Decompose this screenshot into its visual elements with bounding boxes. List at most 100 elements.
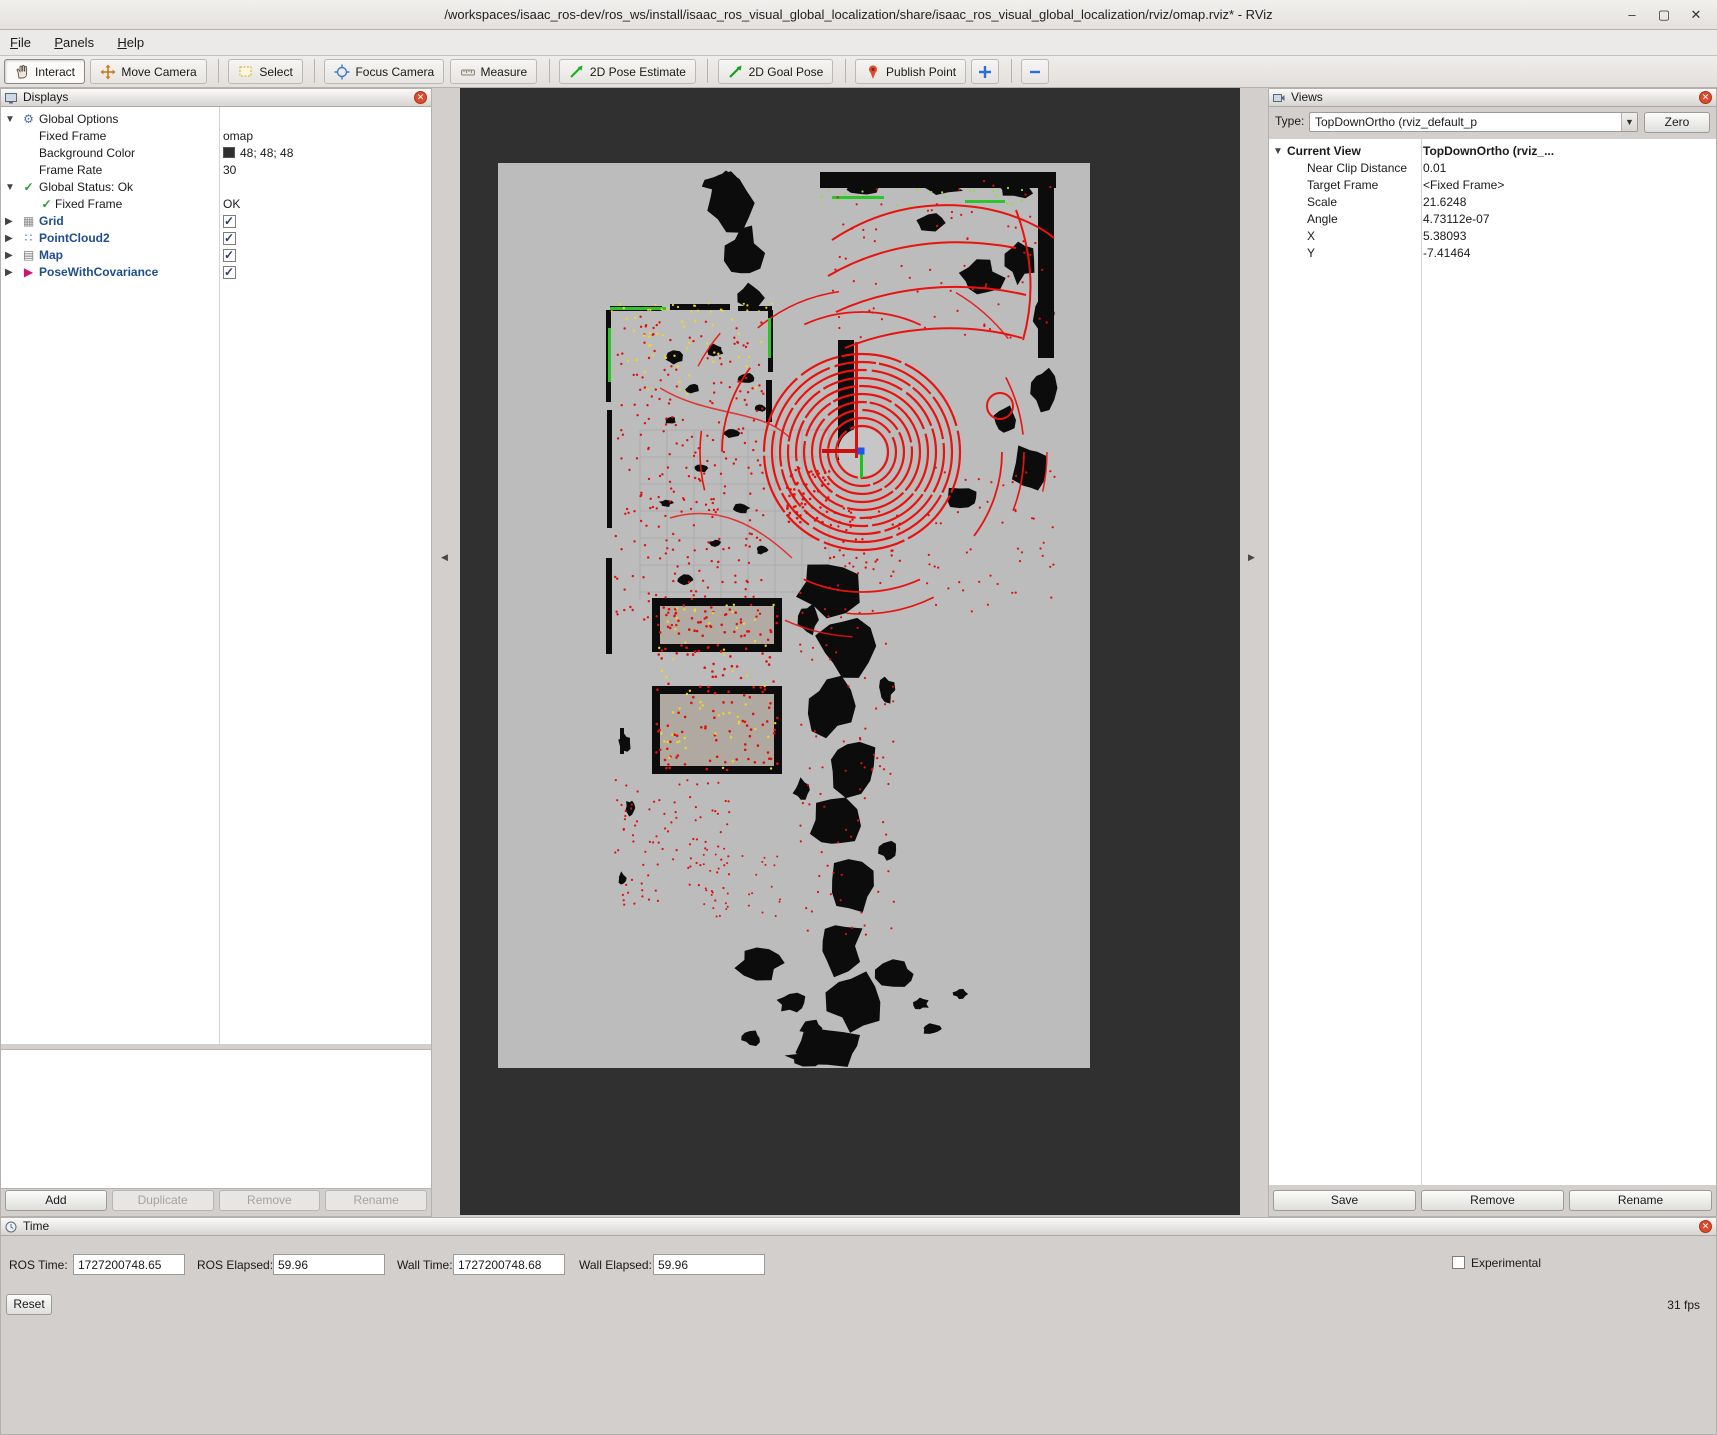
tree-row-global-status[interactable]: ▼ ✓ Global Status: Ok: [1, 179, 431, 196]
goal-pose-arrow-icon: [728, 64, 744, 80]
tree-row-y[interactable]: Y -7.41464: [1269, 245, 1716, 262]
reset-button[interactable]: Reset: [6, 1294, 52, 1315]
tree-row-global-options[interactable]: ▼ ⚙ Global Options: [1, 111, 431, 128]
splitter-collapse-left[interactable]: ◀: [441, 552, 448, 563]
property-value[interactable]: omap: [223, 128, 253, 145]
view-type-dropdown[interactable]: TopDownOrtho (rviz_default_p ▼: [1309, 112, 1638, 132]
pose-estimate-tool-button[interactable]: 2D Pose Estimate: [559, 59, 696, 84]
tree-row-x[interactable]: X 5.38093: [1269, 228, 1716, 245]
focus-camera-tool-button[interactable]: Focus Camera: [324, 59, 444, 84]
property-value[interactable]: -7.41464: [1423, 245, 1470, 262]
tree-row-grid[interactable]: ▶ ▦ Grid ✓: [1, 213, 431, 230]
expander-down-icon[interactable]: ▼: [1273, 143, 1285, 160]
tree-row-posewithcovariance[interactable]: ▶ ▶ PoseWithCovariance ✓: [1, 264, 431, 281]
property-value[interactable]: 48; 48; 48: [223, 145, 293, 162]
tree-row-map[interactable]: ▶ ▤ Map ✓: [1, 247, 431, 264]
view-root-label: Current View: [1287, 143, 1361, 160]
select-tool-button[interactable]: Select: [228, 59, 302, 84]
viewport-3d[interactable]: [460, 88, 1240, 1215]
experimental-checkbox[interactable]: [1452, 1256, 1465, 1269]
tree-row-frame-rate[interactable]: Frame Rate 30: [1, 162, 431, 179]
property-value[interactable]: 0.01: [1423, 160, 1446, 177]
close-time-panel-button[interactable]: ✕: [1699, 1220, 1712, 1233]
views-tree: ▼ Current View TopDownOrtho (rviz_... Ne…: [1269, 139, 1716, 1185]
tree-row-target-frame[interactable]: Target Frame <Fixed Frame>: [1269, 177, 1716, 194]
close-window-button[interactable]: ✕: [1683, 4, 1709, 26]
expander-right-icon[interactable]: ▶: [5, 247, 17, 264]
property-value[interactable]: <Fixed Frame>: [1423, 177, 1504, 194]
time-panel-header[interactable]: Time ✕: [1, 1218, 1716, 1236]
remove-tool-button[interactable]: [1021, 59, 1049, 84]
tool-label: 2D Pose Estimate: [590, 65, 686, 79]
menu-file[interactable]: File: [0, 30, 41, 55]
plus-icon: [977, 64, 993, 80]
duplicate-display-button: Duplicate: [112, 1190, 214, 1211]
move-camera-tool-button[interactable]: Move Camera: [90, 59, 206, 84]
map-visible-checkbox[interactable]: ✓: [223, 249, 236, 262]
titlebar: /workspaces/isaac_ros-dev/ros_ws/install…: [0, 0, 1717, 30]
rename-view-button[interactable]: Rename: [1569, 1190, 1712, 1211]
expander-right-icon[interactable]: ▶: [5, 213, 17, 230]
save-view-button[interactable]: Save: [1273, 1190, 1416, 1211]
property-name: Angle: [1307, 211, 1338, 228]
expander-right-icon[interactable]: ▶: [5, 230, 17, 247]
pose-visible-checkbox[interactable]: ✓: [223, 266, 236, 279]
toolbar-separator: [845, 59, 846, 83]
close-displays-panel-button[interactable]: ✕: [414, 91, 427, 104]
displays-buttons-row: Add Duplicate Remove Rename: [5, 1190, 427, 1211]
tree-row-near-clip[interactable]: Near Clip Distance 0.01: [1269, 160, 1716, 177]
menu-panels[interactable]: Panels: [44, 30, 104, 55]
property-value[interactable]: 5.38093: [1423, 228, 1466, 245]
property-name: Target Frame: [1307, 177, 1378, 194]
tree-row-fixed-frame-status[interactable]: ✓ Fixed Frame OK: [1, 196, 431, 213]
ros-elapsed-input[interactable]: [273, 1254, 385, 1275]
minimize-button[interactable]: –: [1619, 4, 1645, 26]
ros-elapsed-label: ROS Elapsed:: [197, 1258, 273, 1272]
grid-visible-checkbox[interactable]: ✓: [223, 215, 236, 228]
remove-view-button[interactable]: Remove: [1421, 1190, 1564, 1211]
splitter-collapse-right[interactable]: ▶: [1248, 552, 1255, 563]
close-views-panel-button[interactable]: ✕: [1699, 91, 1712, 104]
property-value[interactable]: 30: [223, 162, 236, 179]
property-value[interactable]: 21.6248: [1423, 194, 1466, 211]
tree-row-current-view[interactable]: ▼ Current View TopDownOrtho (rviz_...: [1269, 143, 1716, 160]
goal-pose-tool-button[interactable]: 2D Goal Pose: [718, 59, 834, 84]
tree-row-scale[interactable]: Scale 21.6248: [1269, 194, 1716, 211]
views-panel-header[interactable]: Views ✕: [1269, 89, 1716, 107]
interact-tool-button[interactable]: Interact: [4, 59, 85, 84]
expander-right-icon[interactable]: ▶: [5, 264, 17, 281]
tool-label: Measure: [481, 65, 528, 79]
wall-time-label: Wall Time:: [397, 1258, 453, 1272]
view-type-row: Type: TopDownOrtho (rviz_default_p ▼ Zer…: [1269, 111, 1716, 133]
wall-elapsed-input[interactable]: [653, 1254, 765, 1275]
add-tool-button[interactable]: [971, 59, 999, 84]
displays-panel-header[interactable]: Displays ✕: [1, 89, 431, 107]
publish-point-tool-button[interactable]: Publish Point: [855, 59, 966, 84]
tree-row-background-color[interactable]: Background Color 48; 48; 48: [1, 145, 431, 162]
experimental-toggle[interactable]: Experimental: [1452, 1256, 1541, 1270]
pointcloud2-visible-checkbox[interactable]: ✓: [223, 232, 236, 245]
property-name: Frame Rate: [39, 162, 102, 179]
ros-time-input[interactable]: [73, 1254, 185, 1275]
column-divider[interactable]: [1421, 139, 1422, 1185]
tree-row-pointcloud2[interactable]: ▶ ∷ PointCloud2 ✓: [1, 230, 431, 247]
maximize-button[interactable]: ▢: [1651, 4, 1677, 26]
grid-icon: ▦: [21, 213, 36, 230]
expander-down-icon[interactable]: ▼: [5, 111, 17, 128]
wall-time-input[interactable]: [453, 1254, 565, 1275]
add-display-button[interactable]: Add: [5, 1190, 107, 1211]
clock-icon: [5, 1221, 17, 1233]
view-type-value: TopDownOrtho (rviz_default_p: [1315, 115, 1477, 129]
menu-help[interactable]: Help: [107, 30, 154, 55]
tree-row-angle[interactable]: Angle 4.73112e-07: [1269, 211, 1716, 228]
zero-button[interactable]: Zero: [1644, 112, 1710, 133]
tree-item-label: Global Options: [39, 111, 118, 128]
property-value[interactable]: 4.73112e-07: [1423, 211, 1490, 228]
hand-icon: [14, 64, 30, 80]
expander-down-icon[interactable]: ▼: [5, 179, 17, 196]
measure-tool-button[interactable]: Measure: [450, 59, 538, 84]
rviz-window: /workspaces/isaac_ros-dev/ros_ws/install…: [0, 0, 1717, 1435]
property-name: Y: [1307, 245, 1315, 262]
tree-row-fixed-frame[interactable]: Fixed Frame omap: [1, 128, 431, 145]
color-value-text: 48; 48; 48: [240, 146, 293, 160]
